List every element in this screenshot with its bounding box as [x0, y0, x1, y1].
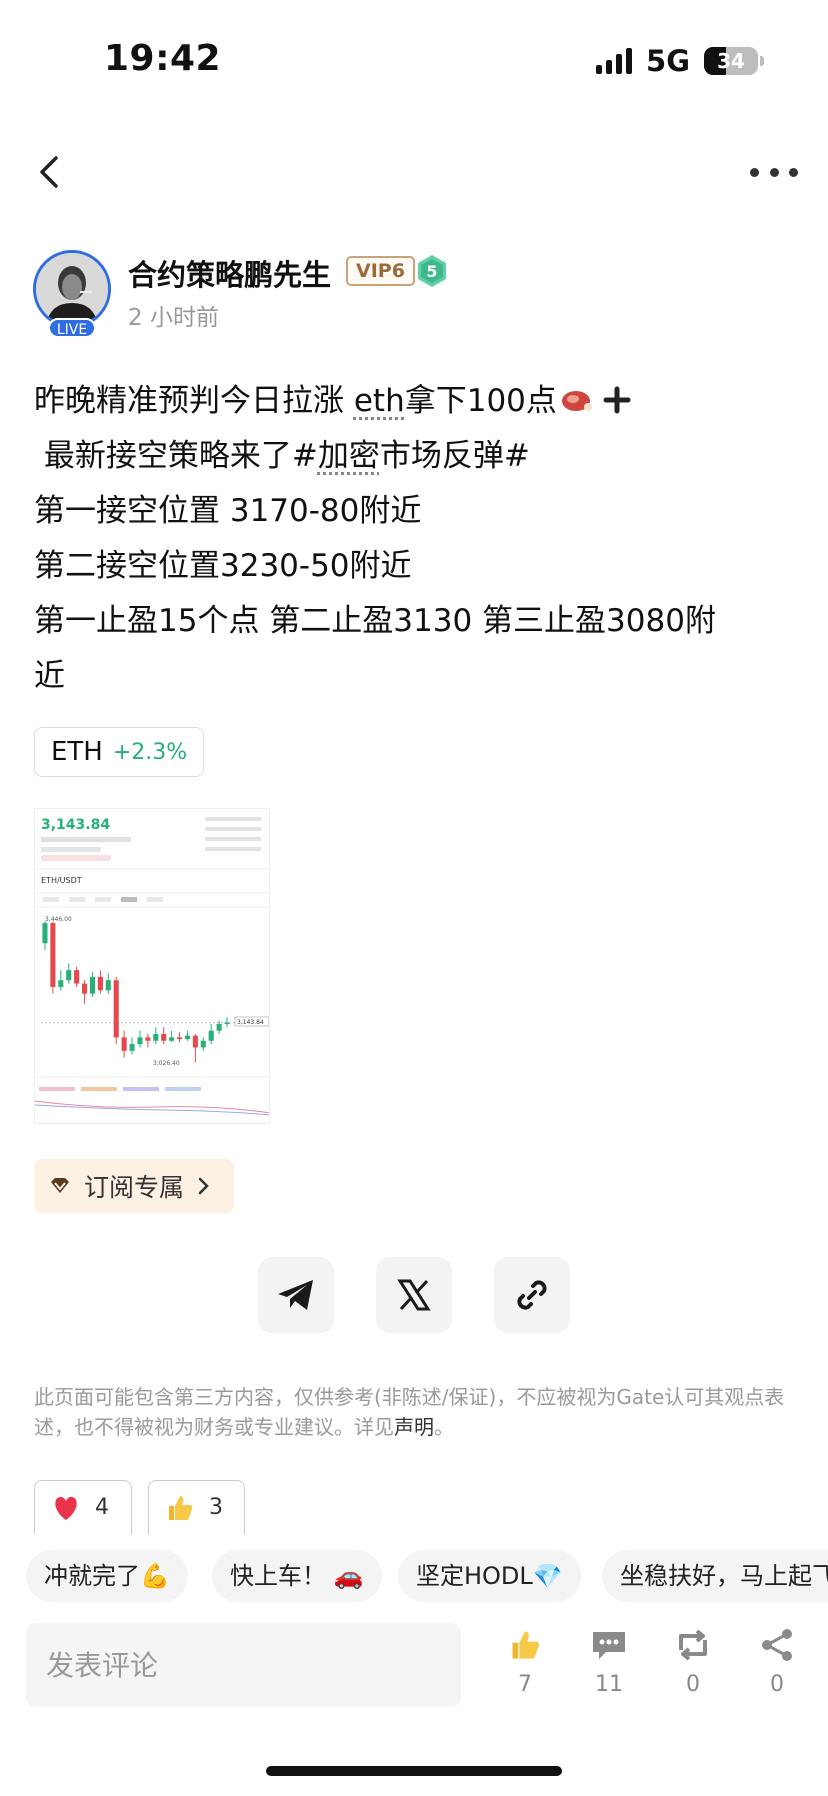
disclaimer-text: 此页面可能包含第三方内容，仅供参考(非陈述/保证)，不应被视为Gate认可其观点…	[34, 1385, 785, 1439]
telegram-share-button[interactable]	[258, 1257, 334, 1333]
chevron-right-icon	[198, 1177, 209, 1195]
level-badge: 5	[416, 254, 448, 288]
like-count: 7	[518, 1672, 532, 1697]
network-type: 5G	[646, 44, 690, 78]
candle-body	[97, 976, 103, 991]
post-line-1: 昨晚精准预判今日拉涨 eth拿下100点	[34, 374, 794, 429]
link-icon	[517, 1280, 547, 1310]
post-line-3: 第一接空位置 3170-80附近	[34, 493, 422, 529]
candle-body	[42, 923, 48, 944]
candle-body	[66, 970, 72, 981]
candle-body	[169, 1037, 175, 1041]
candle-body	[208, 1030, 214, 1041]
subscribe-exclusive-button[interactable]: 订阅专属	[34, 1159, 234, 1213]
reaction-thumbs-up[interactable]: 3	[148, 1480, 245, 1534]
candle-body	[105, 980, 111, 991]
candle-body	[161, 1034, 167, 1041]
candle-body	[89, 976, 95, 994]
copy-link-button[interactable]	[494, 1257, 570, 1333]
author-avatar[interactable]: LIVE	[33, 250, 111, 340]
status-time: 19:42	[104, 38, 222, 79]
reaction-thumbs-count: 3	[209, 1495, 223, 1520]
like-icon	[512, 1631, 540, 1659]
thumb-low: 3,026.40	[153, 1060, 180, 1067]
share-icon	[762, 1629, 792, 1661]
post-line-4: 第二接空位置3230-50附近	[34, 548, 412, 584]
candle-body	[200, 1040, 206, 1048]
quick-reply-1[interactable]: 冲就完了💪	[26, 1550, 188, 1602]
x-icon	[397, 1279, 431, 1311]
post-line-5: 第一止盈15个点 第二止盈3130 第三止盈3080附	[34, 603, 716, 639]
candle-body	[184, 1035, 190, 1040]
hashtag-crypto[interactable]: 加密	[318, 438, 380, 474]
cellular-signal-icon	[596, 48, 633, 74]
repost-count: 0	[686, 1672, 700, 1697]
comment-input[interactable]	[26, 1623, 461, 1707]
post-time: 2 小时前	[128, 305, 219, 331]
vip-badge: VIP6	[346, 256, 415, 286]
ticker-symbol: ETH	[51, 737, 103, 767]
quick-reply-row: 冲就完了💪 快上车！ 🚗 坚定HODL💎 坐稳扶好，马上起飞	[26, 1550, 828, 1602]
home-indicator	[266, 1766, 562, 1776]
level-number: 5	[426, 262, 437, 281]
thumb-last: 3,143.84	[237, 1019, 264, 1026]
diamond-icon	[51, 1178, 69, 1193]
chart-screenshot-image[interactable]: 3,143.84 ETH/USDT 3,446.00 3,026.40 3,14…	[34, 808, 270, 1124]
ticker-chip-eth[interactable]: ETH +2.3%	[34, 727, 205, 777]
candle-body	[153, 1034, 159, 1041]
candle-body	[137, 1037, 143, 1045]
candle-body	[74, 970, 80, 984]
disclaimer-link[interactable]: 声明	[394, 1415, 434, 1439]
quick-reply-2[interactable]: 快上车！ 🚗	[212, 1550, 382, 1602]
meat-emoji-icon	[561, 391, 592, 411]
avatar	[33, 250, 111, 328]
candle-body	[224, 1022, 230, 1025]
thumb-price: 3,143.84	[41, 817, 110, 833]
chevron-left-icon	[40, 156, 58, 188]
post-line-6: 近	[34, 658, 65, 694]
candle-body	[216, 1023, 222, 1031]
candle-body	[82, 983, 88, 994]
heart-icon	[55, 1496, 77, 1520]
more-dots-icon	[750, 167, 759, 177]
x-share-button[interactable]	[376, 1257, 452, 1333]
candle-body	[192, 1035, 198, 1048]
ticker-change: +2.3%	[112, 739, 188, 765]
repost-icon	[679, 1629, 707, 1661]
back-button[interactable]	[34, 150, 68, 194]
status-icons: 5G 34	[596, 44, 764, 78]
thumb-high: 3,446.00	[45, 916, 72, 923]
share-count: 0	[770, 1672, 784, 1697]
hashtag-eth[interactable]: eth	[354, 383, 405, 419]
thumbs-up-icon	[169, 1495, 193, 1520]
candle-body	[113, 980, 119, 1038]
author-name[interactable]: 合约策略鹏先生	[128, 252, 331, 294]
candle-body	[121, 1037, 127, 1051]
repost-button[interactable]: 0	[663, 1628, 723, 1697]
live-badge: LIVE	[48, 318, 96, 338]
reaction-heart-count: 4	[95, 1495, 109, 1520]
candle-body	[50, 923, 56, 987]
subscribe-label: 订阅专属	[84, 1173, 185, 1202]
candle-body	[58, 980, 64, 987]
comment-count: 11	[595, 1672, 623, 1697]
battery-icon: 34	[704, 47, 764, 75]
candle-body	[177, 1037, 183, 1040]
plus-icon	[603, 386, 631, 414]
comment-icon	[593, 1632, 625, 1659]
reaction-heart[interactable]: 4	[34, 1480, 132, 1534]
quick-reply-4[interactable]: 坐稳扶好，马上起飞	[602, 1550, 828, 1602]
telegram-icon	[278, 1280, 313, 1310]
post-line-2: 最新接空策略来了#加密市场反弹#	[34, 438, 530, 474]
post-content: 昨晚精准预判今日拉涨 eth拿下100点 最新接空策略来了#加密市场反弹# 第一…	[34, 374, 794, 704]
battery-level: 34	[717, 49, 745, 73]
candle-body	[129, 1044, 135, 1051]
like-button[interactable]: 7	[495, 1628, 555, 1697]
thumb-pair: ETH/USDT	[41, 876, 82, 885]
share-button[interactable]: 0	[747, 1628, 807, 1697]
candle-body	[145, 1037, 151, 1041]
comment-button[interactable]: 11	[579, 1628, 639, 1697]
more-options-button[interactable]	[750, 156, 798, 188]
quick-reply-3[interactable]: 坚定HODL💎	[398, 1550, 581, 1602]
